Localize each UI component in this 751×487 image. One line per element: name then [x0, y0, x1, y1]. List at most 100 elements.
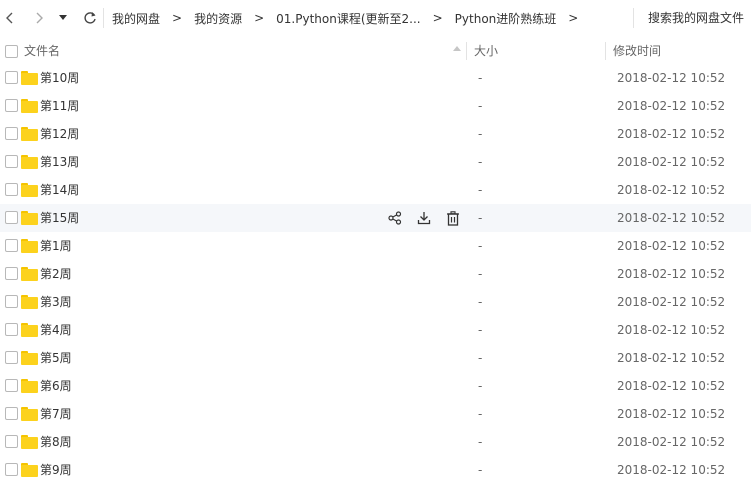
table-row[interactable]: 第6周 - 2018-02-12 10:52: [0, 372, 751, 400]
select-all-checkbox[interactable]: [5, 45, 18, 58]
search-input[interactable]: 搜索我的网盘文件: [648, 0, 744, 36]
file-name[interactable]: 第7周: [40, 400, 72, 428]
delete-icon: [444, 209, 461, 227]
file-size: -: [478, 155, 483, 169]
row-checkbox[interactable]: [5, 323, 18, 336]
table-row[interactable]: 第15周 - 2018-02-12 10:52: [0, 204, 751, 232]
column-separator[interactable]: [466, 42, 467, 60]
row-checkbox[interactable]: [5, 351, 18, 364]
file-size: -: [478, 99, 483, 113]
download-button[interactable]: [415, 209, 432, 227]
table-row[interactable]: 第2周 - 2018-02-12 10:52: [0, 260, 751, 288]
file-list: 第10周 - 2018-02-12 10:52 第11周 - 2018-02-12 10:…: [0, 64, 751, 484]
column-header-name[interactable]: 文件名: [24, 38, 60, 64]
modified-date: 2018-02-12 10:52: [617, 127, 726, 141]
folder-icon: [21, 407, 38, 421]
table-row[interactable]: 第12周 - 2018-02-12 10:52: [0, 120, 751, 148]
refresh-icon: [84, 12, 96, 24]
file-name[interactable]: 第11周: [40, 92, 79, 120]
folder-icon: [21, 71, 38, 85]
file-name[interactable]: 第15周: [40, 204, 79, 232]
column-separator[interactable]: [605, 42, 606, 60]
table-row[interactable]: 第11周 - 2018-02-12 10:52: [0, 92, 751, 120]
file-size: -: [478, 211, 483, 225]
delete-button[interactable]: [444, 209, 461, 227]
file-name[interactable]: 第13周: [40, 148, 79, 176]
file-name[interactable]: 第1周: [40, 232, 72, 260]
file-size: -: [478, 267, 483, 281]
row-checkbox[interactable]: [5, 463, 18, 476]
history-dropdown[interactable]: [53, 8, 73, 28]
toolbar: 我的网盘 > 我的资源 > 01.Python课程(更新至2... > Pyth…: [0, 0, 751, 36]
refresh-button[interactable]: [80, 8, 100, 28]
forward-button[interactable]: [29, 8, 49, 28]
file-name[interactable]: 第12周: [40, 120, 79, 148]
file-name[interactable]: 第8周: [40, 428, 72, 456]
column-header-size[interactable]: 大小: [474, 38, 498, 64]
modified-date: 2018-02-12 10:52: [617, 379, 726, 393]
file-name[interactable]: 第10周: [40, 64, 79, 92]
file-size: -: [478, 351, 483, 365]
row-checkbox[interactable]: [5, 435, 18, 448]
table-row[interactable]: 第10周 - 2018-02-12 10:52: [0, 64, 751, 92]
download-icon: [415, 209, 432, 227]
modified-date: 2018-02-12 10:52: [617, 183, 726, 197]
table-row[interactable]: 第1周 - 2018-02-12 10:52: [0, 232, 751, 260]
file-size: -: [478, 239, 483, 253]
breadcrumb-item-python-advanced[interactable]: Python进阶熟练班: [455, 10, 557, 27]
folder-icon: [21, 183, 38, 197]
breadcrumb-separator[interactable]: >: [568, 11, 578, 25]
breadcrumb-separator: >: [432, 11, 443, 25]
file-name[interactable]: 第14周: [40, 176, 79, 204]
table-row[interactable]: 第4周 - 2018-02-12 10:52: [0, 316, 751, 344]
breadcrumb-item-my-drive[interactable]: 我的网盘: [112, 10, 160, 27]
toolbar-divider: [633, 8, 634, 28]
breadcrumb-separator: >: [254, 11, 265, 25]
table-row[interactable]: 第8周 - 2018-02-12 10:52: [0, 428, 751, 456]
table-row[interactable]: 第14周 - 2018-02-12 10:52: [0, 176, 751, 204]
folder-icon: [21, 127, 38, 141]
table-row[interactable]: 第5周 - 2018-02-12 10:52: [0, 344, 751, 372]
file-name[interactable]: 第6周: [40, 372, 72, 400]
row-checkbox[interactable]: [5, 379, 18, 392]
folder-icon: [21, 295, 38, 309]
table-row[interactable]: 第3周 - 2018-02-12 10:52: [0, 288, 751, 316]
column-header-modified[interactable]: 修改时间: [613, 38, 661, 64]
row-actions: [386, 209, 461, 227]
row-checkbox[interactable]: [5, 295, 18, 308]
file-name[interactable]: 第9周: [40, 456, 72, 484]
row-checkbox[interactable]: [5, 211, 18, 224]
modified-date: 2018-02-12 10:52: [617, 267, 726, 281]
file-size: -: [478, 71, 483, 85]
file-name[interactable]: 第4周: [40, 316, 72, 344]
modified-date: 2018-02-12 10:52: [617, 211, 726, 225]
back-button[interactable]: [0, 8, 20, 28]
file-name[interactable]: 第3周: [40, 288, 72, 316]
modified-date: 2018-02-12 10:52: [617, 323, 726, 337]
modified-date: 2018-02-12 10:52: [617, 351, 726, 365]
row-checkbox[interactable]: [5, 183, 18, 196]
file-size: -: [478, 463, 483, 477]
file-list-header: 文件名 大小 修改时间: [0, 38, 751, 64]
share-button[interactable]: [386, 209, 403, 227]
file-size: -: [478, 295, 483, 309]
folder-icon: [21, 211, 38, 225]
breadcrumb-item-my-resources[interactable]: 我的资源: [194, 10, 242, 27]
row-checkbox[interactable]: [5, 267, 18, 280]
breadcrumb-item-python-course[interactable]: 01.Python课程(更新至2...: [276, 10, 420, 27]
file-size: -: [478, 127, 483, 141]
file-size: -: [478, 183, 483, 197]
table-row[interactable]: 第13周 - 2018-02-12 10:52: [0, 148, 751, 176]
share-icon: [386, 209, 403, 227]
modified-date: 2018-02-12 10:52: [617, 155, 726, 169]
row-checkbox[interactable]: [5, 407, 18, 420]
row-checkbox[interactable]: [5, 239, 18, 252]
table-row[interactable]: 第7周 - 2018-02-12 10:52: [0, 400, 751, 428]
row-checkbox[interactable]: [5, 71, 18, 84]
row-checkbox[interactable]: [5, 155, 18, 168]
file-name[interactable]: 第2周: [40, 260, 72, 288]
file-name[interactable]: 第5周: [40, 344, 72, 372]
row-checkbox[interactable]: [5, 127, 18, 140]
table-row[interactable]: 第9周 - 2018-02-12 10:52: [0, 456, 751, 484]
row-checkbox[interactable]: [5, 99, 18, 112]
